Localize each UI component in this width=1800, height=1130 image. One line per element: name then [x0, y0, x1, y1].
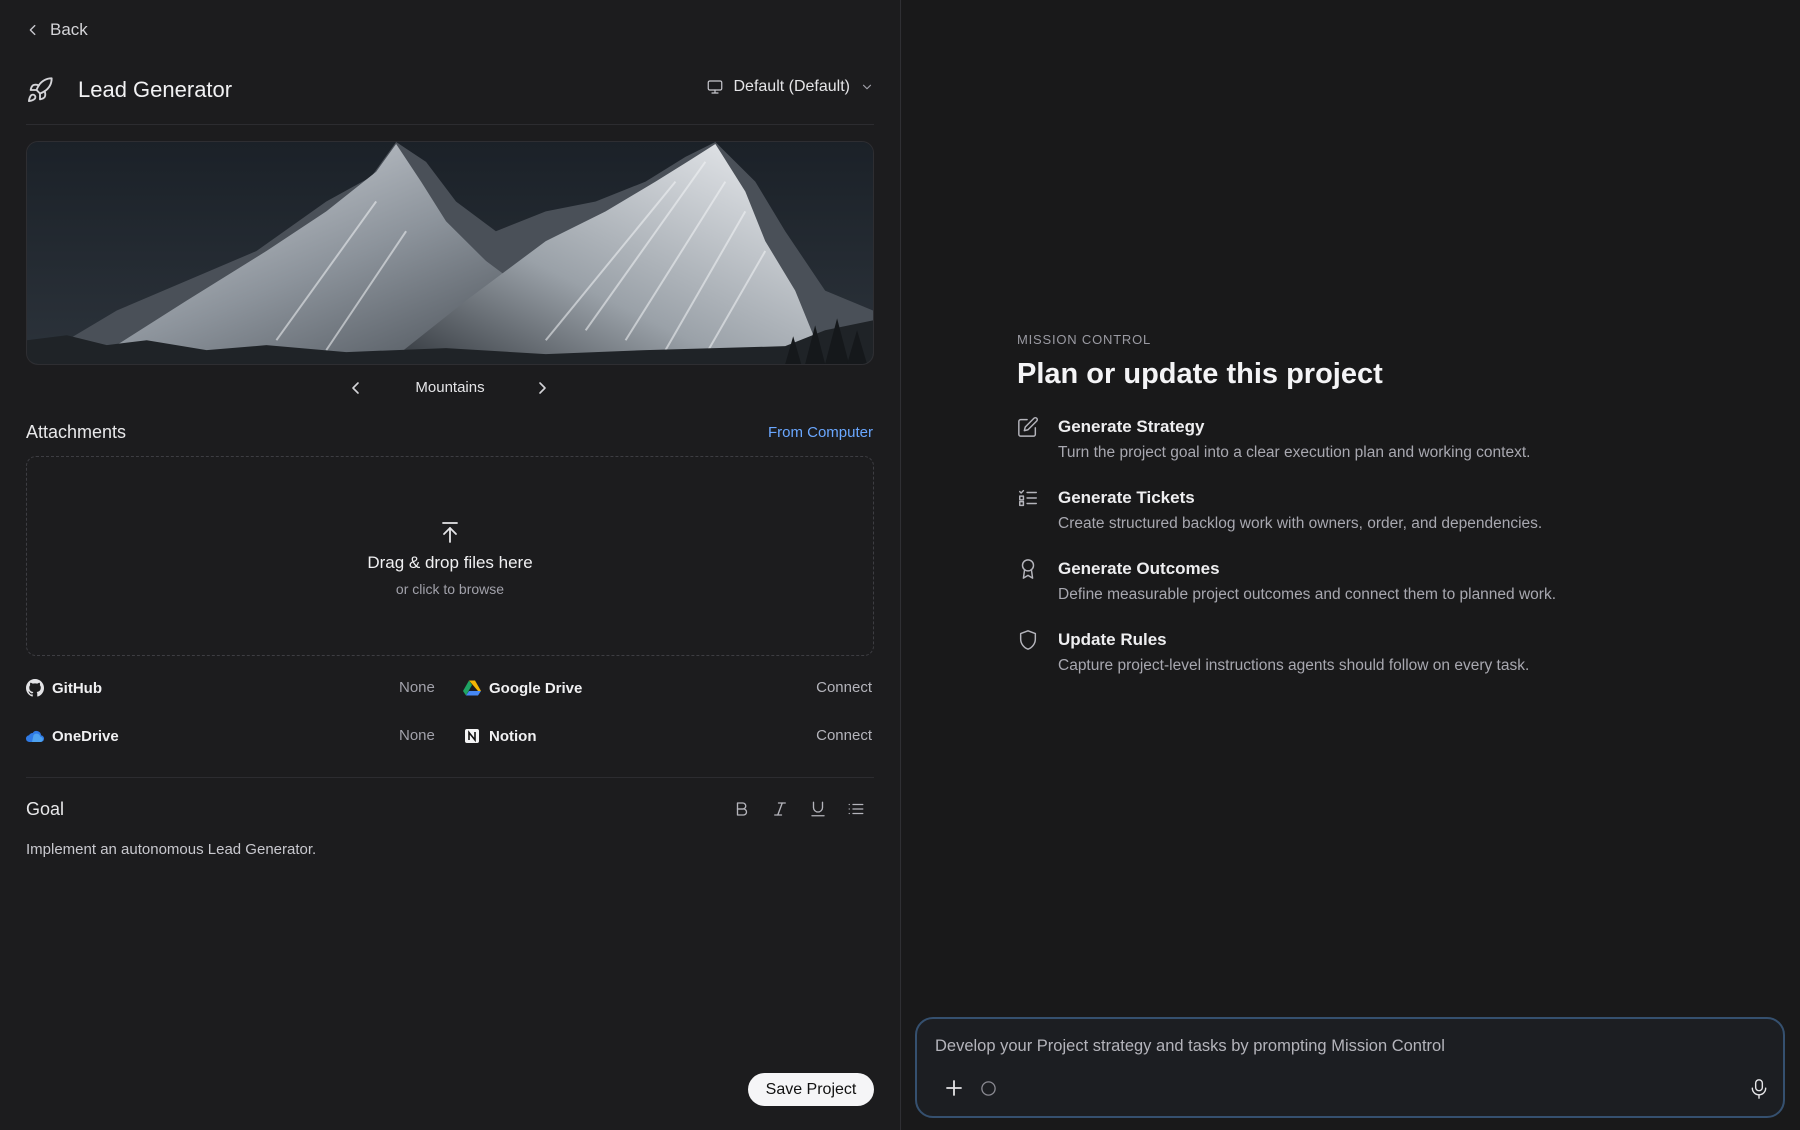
italic-icon	[774, 802, 786, 816]
plus-icon[interactable]	[945, 1079, 963, 1097]
list-check-icon	[1019, 489, 1037, 507]
mission-control-title: Plan or update this project	[1017, 358, 1383, 390]
integration-name: Notion	[489, 727, 537, 745]
integration-onedrive: OneDrive	[26, 725, 119, 747]
bold-button[interactable]	[733, 800, 753, 820]
project-panel: Back Lead Generator Default (Default) Mo…	[0, 0, 901, 1130]
dropzone-title: Drag & drop files here	[367, 553, 533, 572]
integration-status: None	[399, 679, 435, 696]
prompt-box	[915, 1017, 1785, 1118]
chevron-down-icon	[862, 84, 872, 90]
project-title: Lead Generator	[78, 77, 233, 102]
action-description: Capture project-level instructions agent…	[1058, 657, 1530, 674]
back-link[interactable]: Back	[26, 20, 88, 40]
update-rules-action[interactable]: Update Rules Capture project-level instr…	[1017, 629, 1717, 685]
connect-notion-button[interactable]: Connect	[816, 727, 872, 744]
environment-label: Default (Default)	[733, 78, 851, 95]
divider	[26, 124, 874, 125]
action-title: Update Rules	[1058, 630, 1167, 649]
prompt-input[interactable]	[935, 1033, 1755, 1059]
notion-icon	[465, 729, 479, 743]
action-title: Generate Tickets	[1058, 488, 1195, 507]
attachments-title: Attachments	[26, 422, 127, 442]
google-drive-icon	[463, 680, 481, 696]
action-description: Turn the project goal into a clear execu…	[1058, 444, 1531, 461]
integration-github: GitHub	[26, 677, 102, 699]
integration-name: OneDrive	[52, 727, 119, 745]
goal-title: Goal	[26, 799, 65, 819]
save-project-button[interactable]: Save Project	[748, 1073, 874, 1106]
project-header: Lead Generator Default (Default)	[26, 72, 874, 108]
action-title: Generate Outcomes	[1058, 559, 1220, 578]
chevron-left-icon	[29, 24, 36, 36]
microphone-icon[interactable]	[1749, 1078, 1769, 1100]
back-label: Back	[50, 20, 88, 39]
connect-google-drive-button[interactable]: Connect	[816, 679, 872, 696]
divider	[26, 777, 874, 778]
upload-icon	[442, 522, 458, 543]
action-description: Create structured backlog work with owne…	[1058, 515, 1543, 532]
integration-name: Google Drive	[489, 679, 583, 697]
shield-icon	[1019, 630, 1037, 650]
bold-icon	[736, 802, 748, 816]
generate-outcomes-action[interactable]: Generate Outcomes Define measurable proj…	[1017, 558, 1717, 614]
onedrive-icon	[26, 730, 44, 743]
edit-icon	[1018, 417, 1038, 437]
italic-button[interactable]	[771, 800, 791, 820]
integration-google-drive: Google Drive	[463, 677, 582, 699]
chevron-right-icon[interactable]	[534, 380, 550, 396]
mission-control-label: MISSION CONTROL	[1017, 332, 1152, 347]
generate-strategy-action[interactable]: Generate Strategy Turn the project goal …	[1017, 416, 1717, 472]
list-icon	[848, 803, 864, 815]
underline-icon	[811, 801, 825, 817]
monitor-icon	[707, 80, 722, 94]
file-dropzone[interactable]: Drag & drop files here or click to brows…	[26, 456, 874, 656]
dropzone-subtitle: or click to browse	[395, 581, 505, 597]
generate-tickets-action[interactable]: Generate Tickets Create structured backl…	[1017, 487, 1717, 543]
cover-carousel: Mountains	[26, 376, 874, 400]
goal-text[interactable]: Implement an autonomous Lead Generator.	[26, 841, 316, 858]
integration-notion: Notion	[463, 725, 536, 747]
rocket-icon	[27, 77, 53, 103]
award-icon	[1021, 559, 1035, 579]
from-computer-link[interactable]: From Computer	[768, 424, 873, 441]
integration-status: None	[399, 727, 435, 744]
bullet-list-button[interactable]	[847, 800, 867, 820]
environment-select[interactable]: Default (Default)	[706, 78, 875, 96]
action-title: Generate Strategy	[1058, 417, 1205, 436]
cover-image	[26, 141, 874, 365]
cover-name: Mountains	[415, 379, 485, 396]
action-description: Define measurable project outcomes and c…	[1058, 586, 1557, 603]
integration-name: GitHub	[52, 679, 102, 697]
github-icon	[26, 679, 44, 697]
underline-button[interactable]	[809, 800, 829, 820]
status-circle-icon[interactable]	[980, 1080, 997, 1097]
